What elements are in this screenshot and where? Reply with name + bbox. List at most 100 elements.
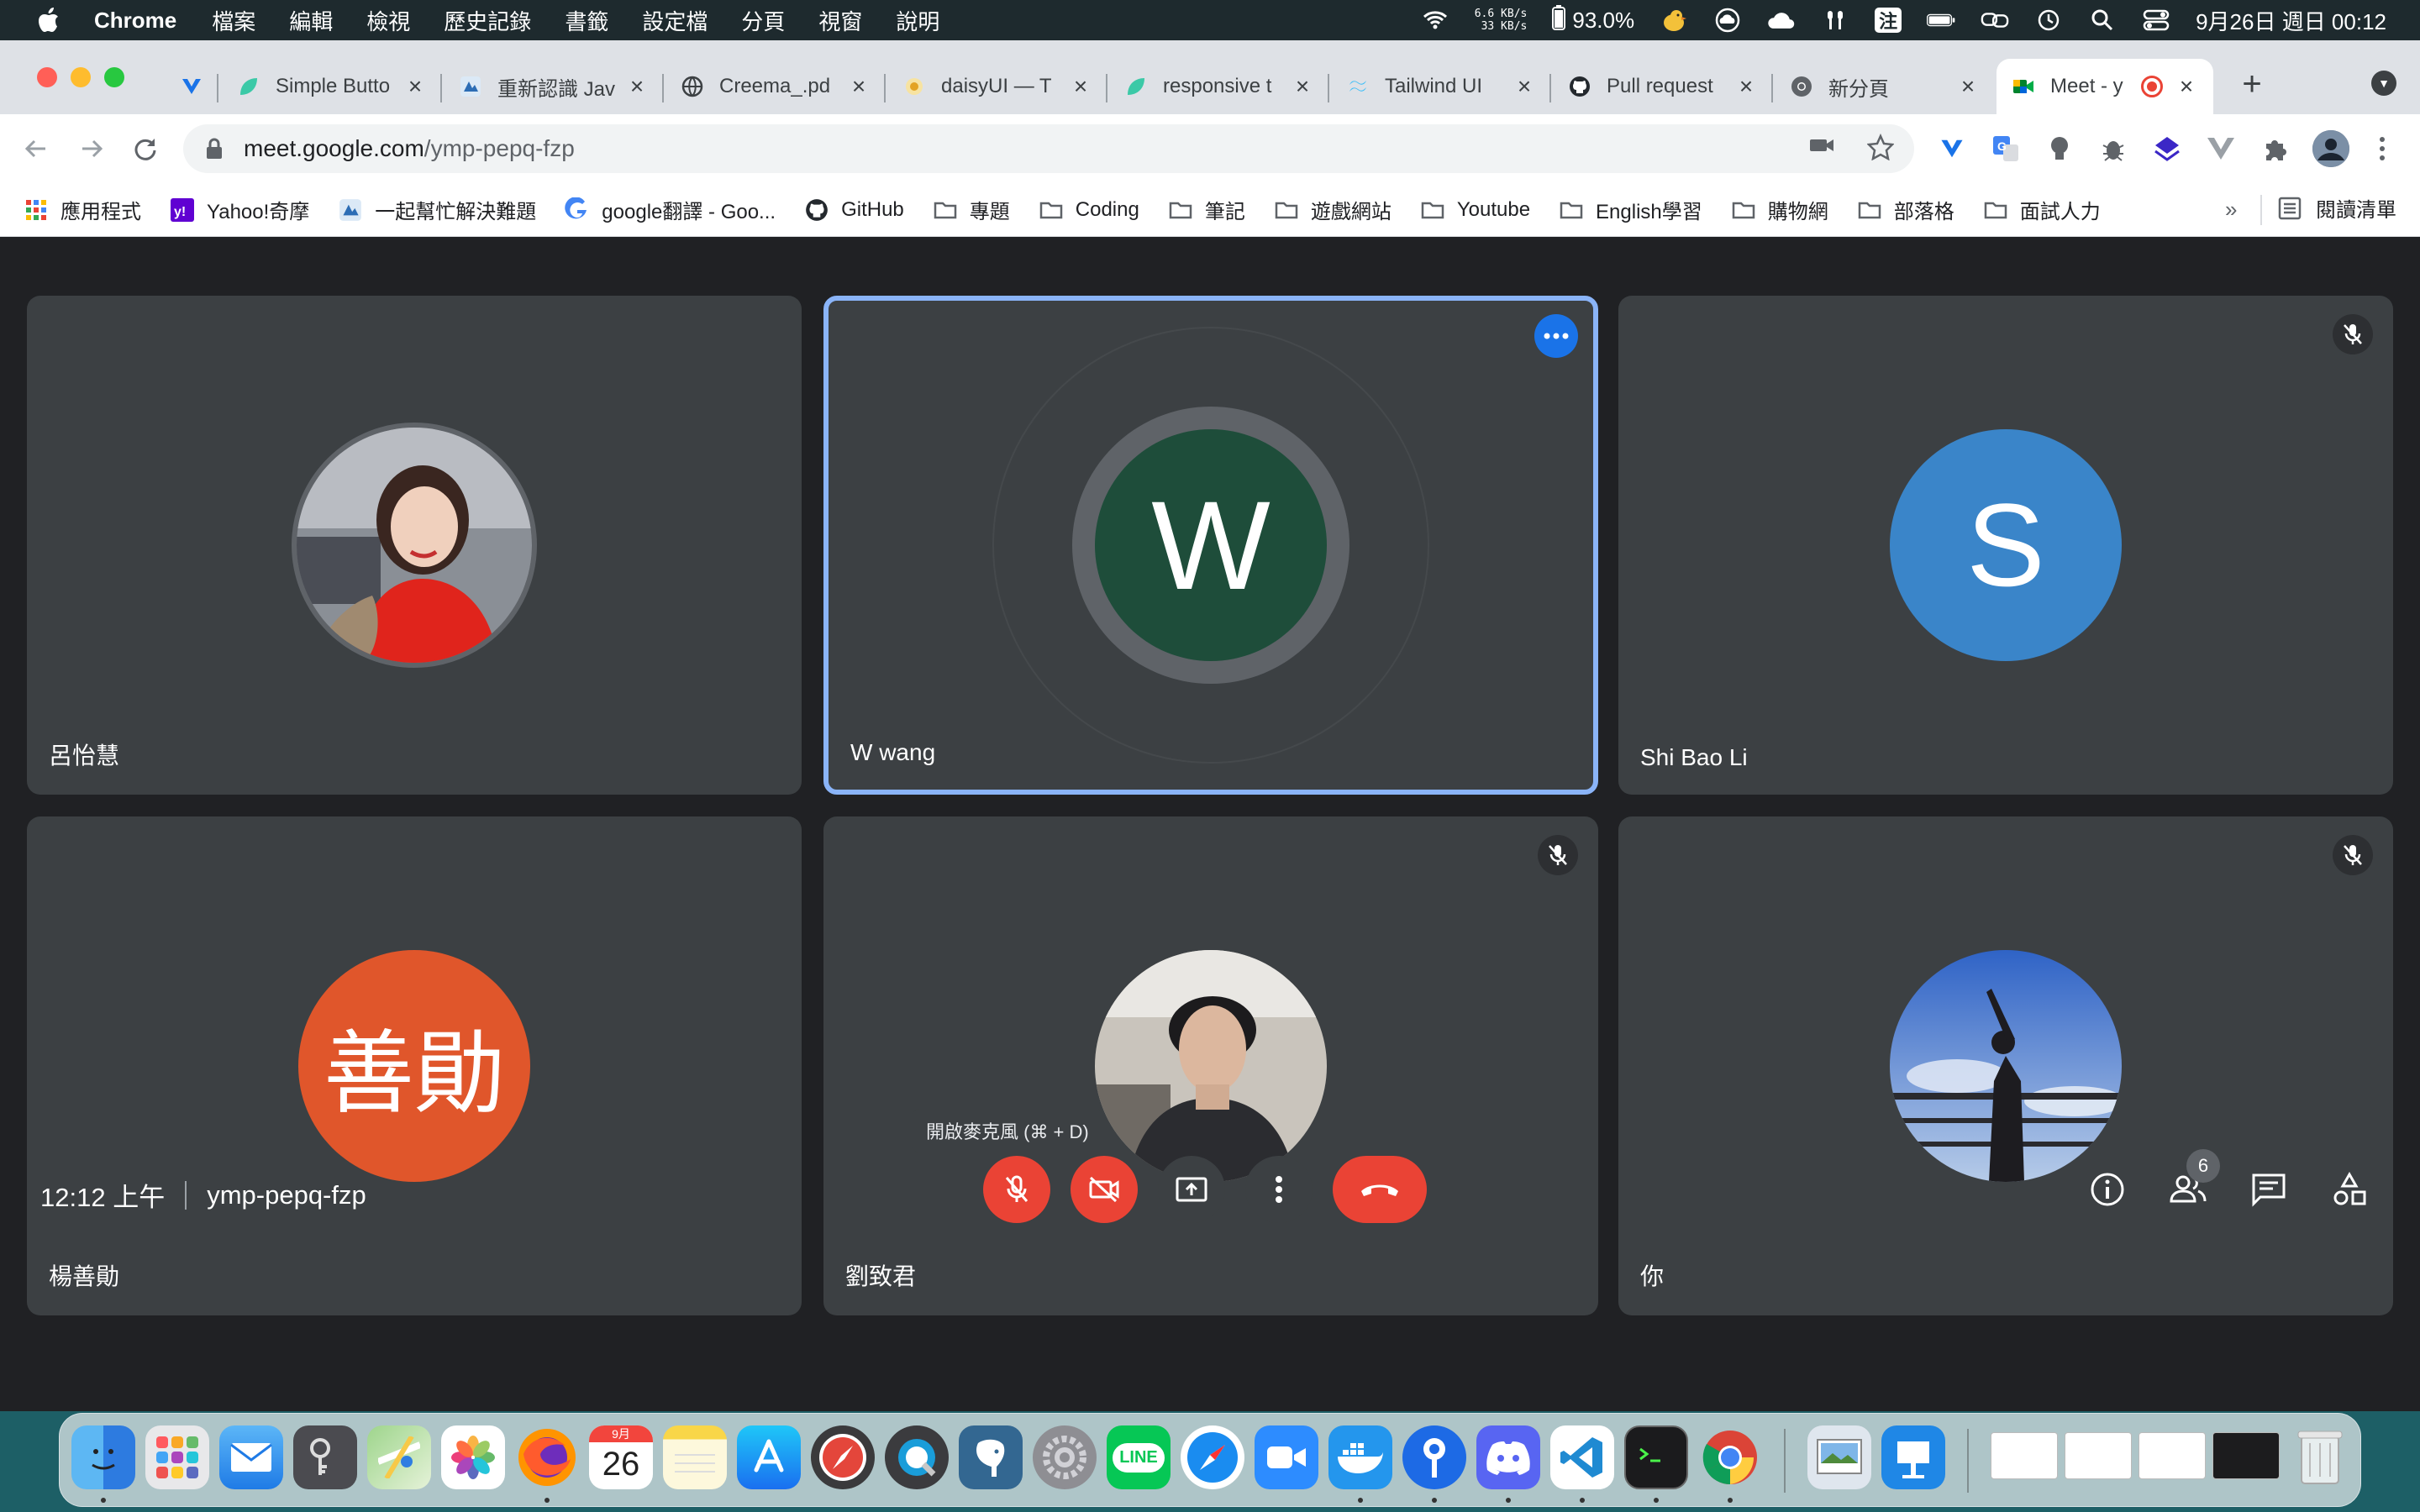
tab-meet-active[interactable]: Meet - y × bbox=[1996, 59, 2213, 114]
lightbulb-extension-icon[interactable] bbox=[2044, 133, 2075, 165]
bookmark-star-icon[interactable] bbox=[1866, 133, 1895, 165]
tab-close-icon[interactable]: × bbox=[1291, 73, 1314, 99]
tab-close-icon[interactable]: × bbox=[625, 73, 649, 99]
participant-tile-speaking[interactable]: W W wang bbox=[823, 296, 1598, 795]
screen-mirroring-icon[interactable] bbox=[1981, 8, 2009, 33]
bookmark-github[interactable]: GitHub bbox=[804, 197, 904, 223]
safari-technology-preview-icon[interactable] bbox=[811, 1425, 875, 1489]
google-translate-extension-icon[interactable]: G bbox=[1990, 133, 2022, 165]
tab-close-icon[interactable]: × bbox=[403, 73, 427, 99]
reload-button[interactable] bbox=[126, 129, 165, 168]
tab-responsive[interactable]: responsive t × bbox=[1109, 59, 1329, 114]
calendar-icon[interactable]: 9月 26 bbox=[589, 1425, 653, 1489]
keynote-icon[interactable] bbox=[1881, 1425, 1945, 1489]
keychain-icon[interactable] bbox=[293, 1425, 357, 1489]
menu-file[interactable]: 檔案 bbox=[212, 5, 255, 36]
profile-avatar[interactable] bbox=[2312, 130, 2349, 167]
vivaldi-y-extension-icon[interactable] bbox=[1936, 133, 1968, 165]
tab-close-icon[interactable]: × bbox=[2175, 73, 2198, 99]
minimized-window-thumbnail[interactable] bbox=[2139, 1432, 2206, 1479]
menu-app-name[interactable]: Chrome bbox=[94, 8, 176, 34]
vscode-icon[interactable] bbox=[1550, 1425, 1614, 1489]
network-speed[interactable]: 6.6 KB/s 33 KB/s bbox=[1475, 8, 1528, 33]
bookmark-folder-notes[interactable]: 筆記 bbox=[1168, 195, 1245, 224]
leave-call-button[interactable] bbox=[1333, 1156, 1427, 1223]
terminal-icon[interactable] bbox=[1624, 1425, 1688, 1489]
meeting-details-button[interactable] bbox=[2084, 1166, 2131, 1213]
tab-close-icon[interactable]: × bbox=[1734, 73, 1758, 99]
airpods-icon[interactable] bbox=[1821, 8, 1849, 33]
chat-button[interactable] bbox=[2245, 1166, 2292, 1213]
tab-close-icon[interactable]: × bbox=[1512, 73, 1536, 99]
tab-new-tab[interactable]: 新分頁 × bbox=[1775, 59, 1995, 114]
address-bar[interactable]: meet.google.com/ymp-pepq-fzp bbox=[183, 124, 1914, 173]
menu-window[interactable]: 視窗 bbox=[818, 5, 862, 36]
launchpad-icon[interactable] bbox=[145, 1425, 209, 1489]
photos-icon[interactable] bbox=[441, 1425, 505, 1489]
menu-help[interactable]: 說明 bbox=[896, 5, 939, 36]
participant-tile[interactable]: 呂怡慧 bbox=[27, 296, 802, 795]
bookmark-apps[interactable]: 應用程式 bbox=[24, 195, 141, 224]
tab-daisyui[interactable]: daisyUI — T × bbox=[887, 59, 1107, 114]
menu-profiles[interactable]: 設定檔 bbox=[642, 5, 708, 36]
minimized-window-thumbnail[interactable] bbox=[2212, 1432, 2280, 1479]
firefox-icon[interactable] bbox=[515, 1425, 579, 1489]
bookmark-folder-coding[interactable]: Coding bbox=[1039, 197, 1139, 223]
toggle-camera-button[interactable] bbox=[1071, 1156, 1138, 1223]
tab-simple-button[interactable]: Simple Butto × bbox=[222, 59, 442, 114]
toggle-mic-button[interactable] bbox=[983, 1156, 1050, 1223]
spotlight-search-icon[interactable] bbox=[2088, 8, 2117, 33]
tab-close-icon[interactable]: × bbox=[847, 73, 871, 99]
menu-clock[interactable]: 9月26日 週日 00:12 bbox=[2196, 5, 2386, 36]
safari-icon[interactable] bbox=[1181, 1425, 1244, 1489]
input-method-icon[interactable]: 注 bbox=[1875, 8, 1902, 33]
menu-view[interactable]: 檢視 bbox=[366, 5, 410, 36]
bug-extension-icon[interactable] bbox=[2097, 133, 2129, 165]
camera-in-use-icon[interactable] bbox=[1808, 134, 1835, 165]
sourcetree-icon[interactable] bbox=[1402, 1425, 1466, 1489]
bookmark-folder-blog[interactable]: 部落格 bbox=[1857, 195, 1954, 224]
menu-history[interactable]: 歷史記錄 bbox=[444, 5, 531, 36]
duck-mascot-icon[interactable] bbox=[1660, 8, 1688, 33]
quicktime-icon[interactable] bbox=[885, 1425, 949, 1489]
docker-icon[interactable] bbox=[1328, 1425, 1392, 1489]
menu-bookmarks[interactable]: 書籤 bbox=[565, 5, 608, 36]
system-preferences-icon[interactable] bbox=[1033, 1425, 1097, 1489]
show-everyone-button[interactable]: 6 bbox=[2165, 1149, 2220, 1213]
bookmark-folder-youtube[interactable]: Youtube bbox=[1420, 197, 1530, 223]
tab-pull-request[interactable]: Pull request × bbox=[1553, 59, 1773, 114]
back-button[interactable] bbox=[17, 129, 55, 168]
bookmark-google-translate[interactable]: google翻譯 - Goo... bbox=[565, 195, 776, 224]
close-window-button[interactable] bbox=[37, 67, 57, 87]
maps-icon[interactable] bbox=[367, 1425, 431, 1489]
more-options-button[interactable] bbox=[1534, 314, 1578, 358]
bookmarks-overflow-button[interactable]: » bbox=[2225, 197, 2237, 223]
apple-icon[interactable] bbox=[34, 5, 64, 35]
bookmark-yahoo[interactable]: y! Yahoo!奇摩 bbox=[170, 195, 309, 224]
app-store-icon[interactable] bbox=[737, 1425, 801, 1489]
bookmark-folder-shopping[interactable]: 購物網 bbox=[1731, 195, 1828, 224]
minimized-window-thumbnail[interactable] bbox=[1991, 1432, 2058, 1479]
more-options-button[interactable] bbox=[1245, 1156, 1313, 1223]
present-screen-button[interactable] bbox=[1158, 1156, 1225, 1223]
bookmark-folder-games[interactable]: 遊戲網站 bbox=[1274, 195, 1392, 224]
chrome-menu-icon[interactable] bbox=[2366, 133, 2398, 165]
layers-extension-icon[interactable] bbox=[2151, 133, 2183, 165]
cloud-sync-icon[interactable] bbox=[1713, 8, 1742, 33]
forward-button[interactable] bbox=[72, 129, 111, 168]
tab-javascript[interactable]: 重新認識 Jav × bbox=[444, 59, 664, 114]
postgres-icon[interactable] bbox=[959, 1425, 1023, 1489]
tab-search-icon[interactable]: ▼ bbox=[2371, 71, 2396, 96]
discord-icon[interactable] bbox=[1476, 1425, 1540, 1489]
zoom-window-button[interactable] bbox=[104, 67, 124, 87]
time-machine-icon[interactable] bbox=[2034, 8, 2063, 33]
wifi-icon[interactable] bbox=[1421, 8, 1449, 33]
reading-list-button[interactable]: 閱讀清單 bbox=[2277, 193, 2396, 223]
tab-close-icon[interactable]: × bbox=[1069, 73, 1092, 99]
lock-icon[interactable] bbox=[202, 136, 227, 161]
battery-icon[interactable] bbox=[1927, 8, 1955, 33]
line-icon[interactable]: LINE bbox=[1107, 1425, 1171, 1489]
tab-tailwind-ui[interactable]: Tailwind UI × bbox=[1331, 59, 1551, 114]
bookmark-folder-english[interactable]: English學習 bbox=[1559, 195, 1702, 224]
battery-status[interactable]: 93.0% bbox=[1552, 4, 1634, 36]
